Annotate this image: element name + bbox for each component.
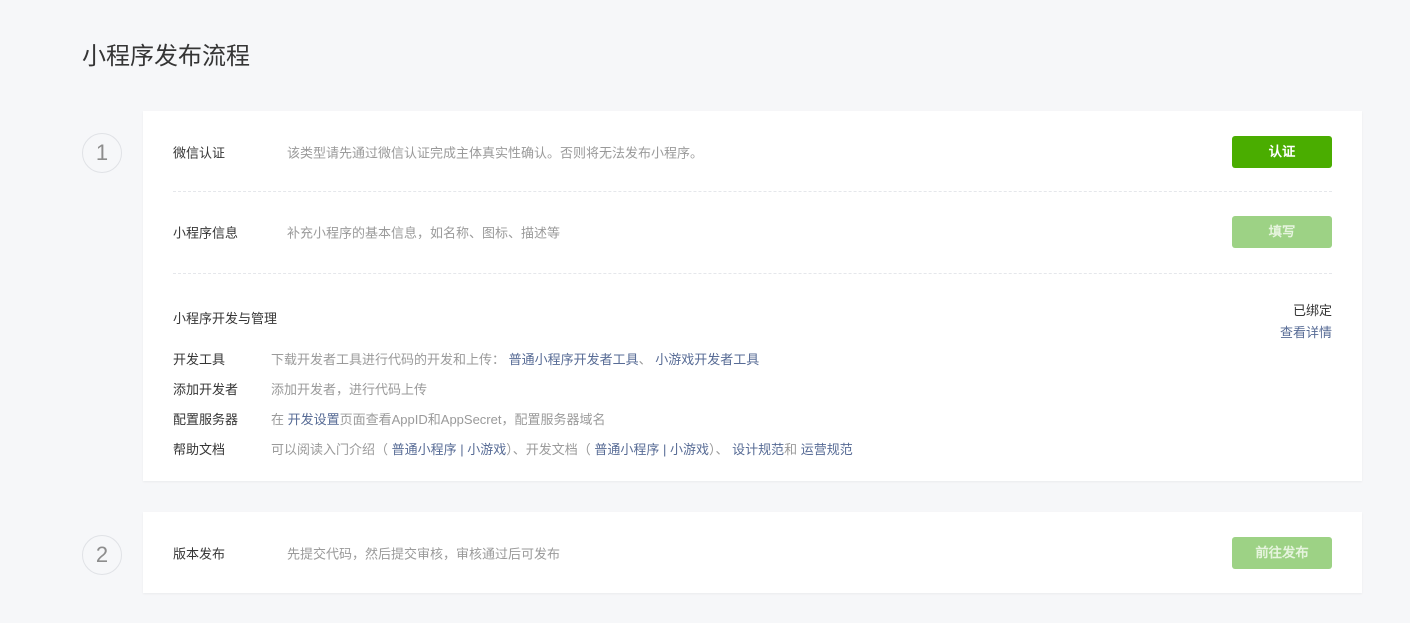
release-desc: 先提交代码，然后提交审核，审核通过后可发布 xyxy=(287,546,561,562)
server-pre: 在 xyxy=(271,412,288,427)
release-label: 版本发布 xyxy=(173,546,226,562)
separator: 、 xyxy=(638,352,652,367)
intro-mini-game-link[interactable]: 小游戏 xyxy=(467,442,506,457)
verify-button[interactable]: 认证 xyxy=(1232,136,1332,168)
verify-desc: 该类型请先通过微信认证完成主体真实性确认。否则将无法发布小程序。 xyxy=(287,145,704,161)
dev-settings-link[interactable]: 开发设置 xyxy=(288,412,340,427)
release-row: 版本发布 先提交代码，然后提交审核，审核通过后可发布 前往发布 xyxy=(173,512,1332,594)
t: 可以阅读入门介绍（ xyxy=(271,442,392,457)
dev-tools-label: 开发工具 xyxy=(173,352,226,367)
verify-row: 微信认证 该类型请先通过微信认证完成主体真实性确认。否则将无法发布小程序。 认证 xyxy=(173,111,1332,193)
fill-button[interactable]: 填写 xyxy=(1232,216,1332,248)
server-post: 页面查看AppID和AppSecret，配置服务器域名 xyxy=(339,412,606,427)
t: ）、 xyxy=(709,442,733,457)
dev-tools-desc: 下载开发者工具进行代码的开发和上传： 普通小程序开发者工具、 小游戏开发者工具 xyxy=(271,349,759,368)
info-label: 小程序信息 xyxy=(173,225,239,241)
step-number: 1 xyxy=(82,133,122,173)
info-row: 小程序信息 补充小程序的基本信息，如名称、图标、描述等 填写 xyxy=(173,191,1332,273)
dev-tools-text: 下载开发者工具进行代码的开发和上传： xyxy=(271,352,506,367)
docs-mini-program-link[interactable]: 普通小程序 xyxy=(594,442,659,457)
docs-desc: 可以阅读入门介绍（ 普通小程序 | 小游戏）、开发文档（ 普通小程序 | 小游戏… xyxy=(271,439,853,458)
intro-mini-program-link[interactable]: 普通小程序 xyxy=(392,442,457,457)
go-release-button[interactable]: 前往发布 xyxy=(1232,537,1332,569)
bound-status: 已绑定 xyxy=(1292,303,1332,318)
t: ）、开发文档（ xyxy=(506,442,595,457)
step-2-card: 版本发布 先提交代码，然后提交审核，审核通过后可发布 前往发布 xyxy=(143,512,1362,593)
design-spec-link[interactable]: 设计规范 xyxy=(732,442,784,457)
view-details-link[interactable]: 查看详情 xyxy=(1280,325,1332,340)
step-number: 2 xyxy=(82,535,122,575)
dev-title: 小程序开发与管理 xyxy=(173,311,278,326)
server-desc: 在 开发设置页面查看AppID和AppSecret，配置服务器域名 xyxy=(271,409,605,428)
separator: | xyxy=(456,442,468,457)
t: 和 xyxy=(784,442,801,457)
divider xyxy=(173,273,1332,274)
verify-label: 微信认证 xyxy=(173,145,226,161)
add-dev-label: 添加开发者 xyxy=(173,382,239,397)
operation-spec-link[interactable]: 运营规范 xyxy=(801,442,853,457)
add-dev-desc: 添加开发者，进行代码上传 xyxy=(271,382,428,397)
docs-mini-game-link[interactable]: 小游戏 xyxy=(670,442,709,457)
docs-label: 帮助文档 xyxy=(173,442,226,457)
mini-game-tool-link[interactable]: 小游戏开发者工具 xyxy=(655,352,759,367)
page-title: 小程序发布流程 xyxy=(82,43,250,70)
step-1-card: 微信认证 该类型请先通过微信认证完成主体真实性确认。否则将无法发布小程序。 认证… xyxy=(143,111,1362,481)
separator: | xyxy=(659,442,671,457)
mini-program-tool-link[interactable]: 普通小程序开发者工具 xyxy=(509,352,639,367)
info-desc: 补充小程序的基本信息，如名称、图标、描述等 xyxy=(287,225,561,241)
server-label: 配置服务器 xyxy=(173,412,239,427)
